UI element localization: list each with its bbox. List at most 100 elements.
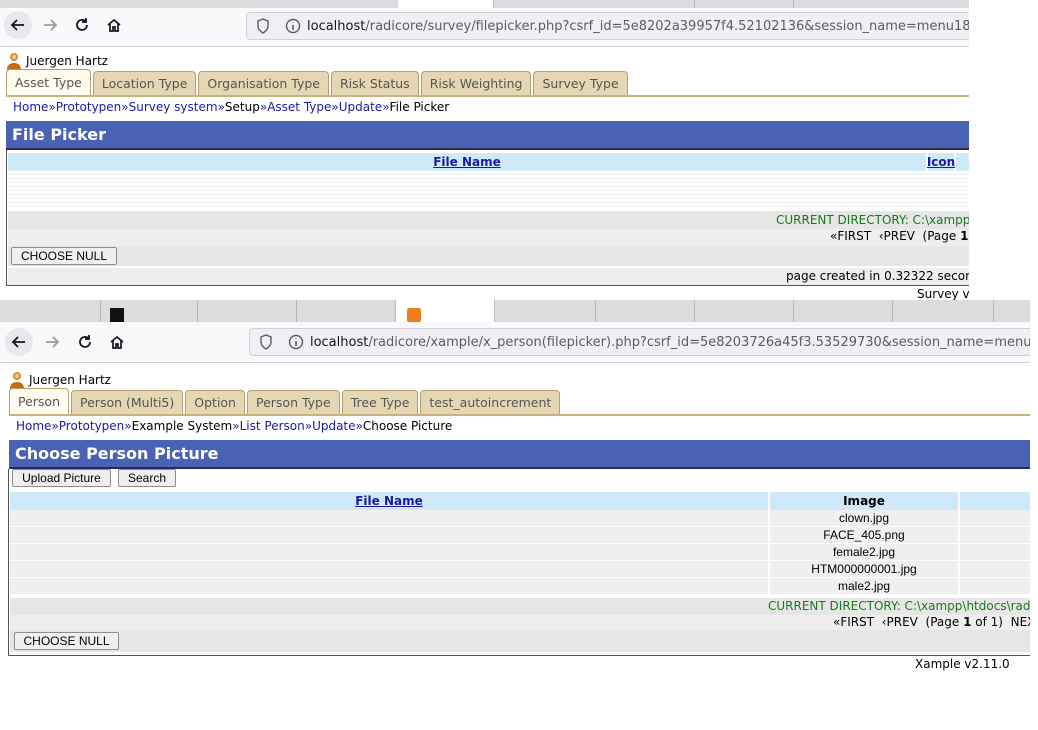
file-name[interactable]: male2.jpg: [770, 578, 960, 594]
column-header-image: Image: [770, 492, 960, 510]
page-total: of 1): [975, 615, 1003, 629]
browser-tab[interactable]: [695, 300, 794, 322]
breadcrumb-item[interactable]: Prototypen: [59, 419, 125, 433]
search-button[interactable]: Search: [118, 469, 176, 487]
menu-tab-1[interactable]: Location Type: [92, 71, 197, 95]
browser-tab[interactable]: [794, 300, 893, 322]
forward-button[interactable]: [38, 328, 66, 356]
browser-tab[interactable]: [495, 300, 596, 322]
menu-tab-1[interactable]: Person (Multi5): [71, 390, 184, 414]
sort-file-name-link[interactable]: File Name: [433, 155, 501, 169]
forward-button[interactable]: [36, 11, 64, 39]
browser-tab[interactable]: [494, 0, 695, 8]
choose-null-button[interactable]: CHOOSE NULL: [14, 632, 119, 650]
prev-page-link[interactable]: ‹PREV: [879, 229, 915, 243]
breadcrumb-item[interactable]: Update: [339, 100, 382, 114]
menu-tab-0[interactable]: Asset Type: [6, 69, 91, 95]
action-bar: [10, 630, 1030, 652]
menu-tab-3[interactable]: Person Type: [246, 390, 340, 414]
column-header-file-name[interactable]: File Name: [8, 153, 928, 171]
breadcrumb-item[interactable]: List Person: [240, 419, 305, 433]
menu-tabs: Person Person (Multi5) Option Person Type Tr…: [9, 388, 561, 414]
url-host: localhost: [309, 334, 369, 350]
back-button[interactable]: [4, 11, 32, 39]
empty-table-body: [8, 171, 969, 207]
browser-tab[interactable]: [398, 0, 494, 8]
browser-tab[interactable]: [596, 300, 695, 322]
file-name[interactable]: FACE_405.png: [770, 527, 960, 543]
browser-tab[interactable]: [695, 0, 794, 8]
column-header-file-name[interactable]: File Name: [10, 492, 770, 510]
breadcrumb-separator: »: [124, 419, 132, 433]
upload-picture-button[interactable]: Upload Picture: [12, 469, 111, 487]
next-page-link[interactable]: NEX: [1011, 615, 1030, 629]
breadcrumb-separator: »: [121, 100, 129, 114]
home-button[interactable]: [100, 11, 128, 39]
shield-icon[interactable]: [253, 18, 273, 34]
menu-tab-3[interactable]: Risk Status: [330, 71, 419, 95]
home-button[interactable]: [103, 328, 131, 356]
back-arrow-icon: [10, 19, 24, 31]
menu-tab-0[interactable]: Person: [9, 388, 70, 414]
menu-tab-2[interactable]: Organisation Type: [198, 71, 329, 95]
breadcrumb-item[interactable]: Survey system: [129, 100, 218, 114]
reload-button[interactable]: [68, 11, 96, 39]
breadcrumb-item[interactable]: Home: [13, 100, 48, 114]
menu-tab-2[interactable]: Option: [185, 390, 245, 414]
menu-tab-4[interactable]: Tree Type: [341, 390, 419, 414]
file-select-cell[interactable]: [10, 561, 770, 577]
file-name[interactable]: clown.jpg: [770, 510, 960, 526]
breadcrumb-item[interactable]: Prototypen: [56, 100, 122, 114]
sort-icon-link[interactable]: Icon: [927, 155, 955, 169]
breadcrumb-item[interactable]: Asset Type: [267, 100, 331, 114]
table-row[interactable]: female2.jpg: [10, 544, 1030, 560]
table-row[interactable]: HTM000000001.jpg: [10, 561, 1030, 577]
file-name[interactable]: female2.jpg: [770, 544, 960, 560]
tab-favicon: [407, 308, 421, 322]
breadcrumb-item[interactable]: Home: [16, 419, 51, 433]
address-bar[interactable]: localhost/radicore/survey/filepicker.php…: [246, 12, 969, 40]
address-bar[interactable]: localhost/radicore/xample/x_person(filep…: [249, 328, 1030, 356]
file-name[interactable]: HTM000000001.jpg: [770, 561, 960, 577]
prev-page-link[interactable]: ‹PREV: [882, 615, 918, 629]
first-page-link[interactable]: «FIRST: [830, 229, 871, 243]
breadcrumb-item: Choose Picture: [362, 419, 453, 433]
menu-tab-4[interactable]: Risk Weighting: [420, 71, 532, 95]
file-select-cell[interactable]: [10, 578, 770, 594]
browser-tab[interactable]: [893, 300, 994, 322]
shield-icon[interactable]: [256, 334, 276, 350]
table-row[interactable]: FACE_405.png: [10, 527, 1030, 543]
page-title: Choose Person Picture: [9, 440, 1030, 469]
first-page-link[interactable]: «FIRST: [833, 615, 874, 629]
menu-tab-5[interactable]: Survey Type: [533, 71, 628, 95]
sort-file-name-link[interactable]: File Name: [355, 494, 423, 508]
browser-tab[interactable]: [794, 0, 969, 8]
user-info: Juergen Hartz: [9, 371, 111, 389]
breadcrumb-separator: »: [232, 419, 240, 433]
choose-null-button[interactable]: CHOOSE NULL: [11, 247, 117, 265]
table-row[interactable]: clown.jpg: [10, 510, 1030, 526]
reload-button[interactable]: [71, 328, 99, 356]
browser-toolbar: localhost/radicore/xample/x_person(filep…: [0, 322, 1030, 363]
back-button[interactable]: [5, 328, 33, 356]
table-row[interactable]: male2.jpg: [10, 578, 1030, 594]
page-number: 1: [960, 229, 969, 243]
browser-tab[interactable]: [297, 300, 396, 322]
menu-tab-5[interactable]: test_autoincrement: [420, 390, 561, 414]
info-icon[interactable]: [283, 18, 303, 34]
column-header-icon[interactable]: Icon: [927, 153, 956, 171]
breadcrumb-item[interactable]: Update: [312, 419, 355, 433]
page-title: File Picker: [6, 121, 969, 150]
info-icon[interactable]: [286, 334, 306, 350]
breadcrumb-separator: »: [259, 100, 268, 114]
browser-tab[interactable]: [198, 300, 297, 322]
breadcrumb-item: File Picker: [389, 100, 450, 114]
window-border-bottom: [8, 655, 1030, 656]
file-select-cell[interactable]: [10, 510, 770, 526]
page-label: (Page: [922, 229, 957, 243]
browser-tab[interactable]: [0, 300, 101, 322]
file-select-cell[interactable]: [10, 544, 770, 560]
file-select-cell[interactable]: [10, 527, 770, 543]
reload-icon: [76, 18, 88, 31]
breadcrumb-separator: »: [217, 100, 225, 114]
